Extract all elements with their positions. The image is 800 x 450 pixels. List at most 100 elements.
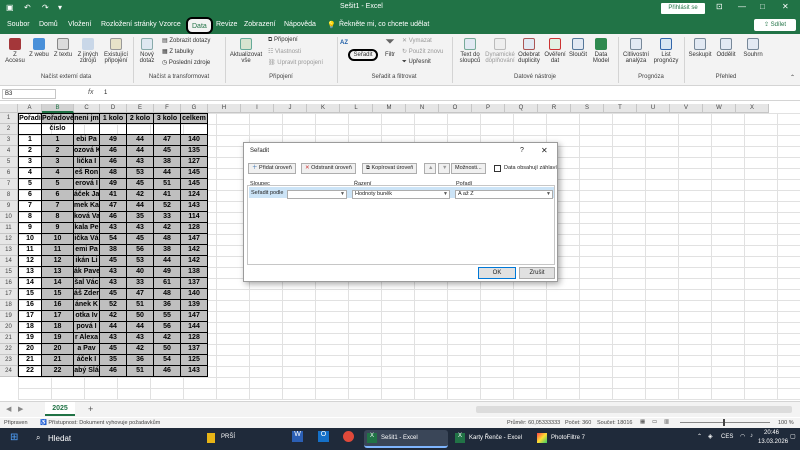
tray-chevron-icon[interactable]: ⌃ [697, 433, 702, 440]
table-cell[interactable]: ička Vá [74, 234, 100, 245]
show-queries-button[interactable]: ▤ Zobrazit dotazy [162, 37, 210, 44]
row-header-18[interactable]: 18 [0, 300, 18, 311]
table-cell[interactable]: 18 [18, 322, 42, 333]
table-cell[interactable]: 7 [18, 201, 42, 212]
table-cell[interactable]: 1 [18, 135, 42, 146]
table-cell[interactable]: 144 [181, 322, 208, 333]
column-header-i[interactable]: I [241, 104, 274, 113]
redo-icon[interactable]: ↷ [42, 3, 49, 12]
zoom-level[interactable]: 100 % [778, 420, 794, 426]
table-cell[interactable]: 56 [127, 245, 154, 256]
table-cell[interactable]: neni jm [74, 113, 100, 124]
column-header-u[interactable]: U [637, 104, 670, 113]
table-cell[interactable]: 45 [127, 234, 154, 245]
table-cell[interactable]: 38 [154, 245, 181, 256]
row-header-14[interactable]: 14 [0, 256, 18, 267]
table-cell[interactable]: 9 [42, 223, 74, 234]
table-cell[interactable]: 143 [181, 201, 208, 212]
table-cell[interactable]: 142 [181, 245, 208, 256]
row-header-4[interactable]: 4 [0, 146, 18, 157]
taskbar-app-karty[interactable]: X Karty Řenče - Excel [452, 430, 532, 448]
table-cell[interactable]: 44 [127, 146, 154, 157]
row-header-7[interactable]: 7 [0, 179, 18, 190]
table-cell[interactable]: pová I [74, 322, 100, 333]
tab-data[interactable]: Data [186, 17, 213, 34]
column-header-b[interactable]: B [42, 104, 74, 113]
tell-me-input[interactable]: Řekněte mi, co chcete udělat [339, 21, 429, 28]
subtotal-button[interactable]: Souhrn [740, 38, 766, 58]
column-header-x[interactable]: X [736, 104, 769, 113]
table-cell[interactable]: 44 [127, 201, 154, 212]
tab-view[interactable]: Zobrazení [244, 21, 276, 28]
zoom-slider[interactable] [680, 422, 770, 423]
prev-sheet-icon[interactable]: ◀ [6, 405, 11, 413]
table-cell[interactable]: 47 [154, 135, 181, 146]
row-header-21[interactable]: 21 [0, 333, 18, 344]
table-cell[interactable]: 21 [42, 355, 74, 366]
row-header-12[interactable]: 12 [0, 234, 18, 245]
table-cell[interactable]: 53 [127, 256, 154, 267]
table-cell[interactable]: 46 [100, 212, 127, 223]
column-header-v[interactable]: V [670, 104, 703, 113]
table-cell[interactable]: 45 [127, 179, 154, 190]
table-cell[interactable]: 33 [154, 212, 181, 223]
column-header-w[interactable]: W [703, 104, 736, 113]
table-cell[interactable]: 42 [127, 190, 154, 201]
filter-button[interactable]: ⏷ Filtr [381, 35, 399, 58]
table-cell[interactable] [154, 124, 181, 135]
table-cell[interactable]: 45 [100, 289, 127, 300]
table-cell[interactable]: 16 [42, 300, 74, 311]
table-cell[interactable]: 56 [154, 322, 181, 333]
table-cell[interactable]: 8 [18, 212, 42, 223]
table-cell[interactable]: 137 [181, 278, 208, 289]
ungroup-button[interactable]: Oddělit [713, 38, 739, 58]
column-header-t[interactable]: T [604, 104, 637, 113]
table-cell[interactable]: 5 [18, 179, 42, 190]
delete-level-button[interactable]: ✕ Odstranit úroveň [301, 163, 356, 174]
row-header-2[interactable]: 2 [0, 124, 18, 135]
table-cell[interactable]: 21 [18, 355, 42, 366]
sort-button[interactable]: Seřadit [348, 49, 378, 61]
group-button[interactable]: Seskupit [687, 38, 713, 58]
options-button[interactable]: Možnosti... [451, 163, 486, 174]
table-cell[interactable]: 13 [42, 267, 74, 278]
table-cell[interactable]: 51 [127, 366, 154, 377]
row-header-11[interactable]: 11 [0, 223, 18, 234]
table-cell[interactable]: áček I [74, 355, 100, 366]
table-cell[interactable]: kala Pe [74, 223, 100, 234]
table-cell[interactable]: 54 [154, 355, 181, 366]
table-cell[interactable]: 40 [127, 267, 154, 278]
table-cell[interactable]: 41 [100, 190, 127, 201]
table-cell[interactable]: ková Va [74, 212, 100, 223]
from-other-sources-button[interactable]: Z jiných zdrojů [76, 38, 100, 64]
remove-duplicates-button[interactable]: Odebrat duplicity [516, 38, 542, 64]
horizontal-scrollbar[interactable] [476, 406, 792, 413]
new-query-button[interactable]: Nový dotaz [136, 38, 158, 64]
table-cell[interactable]: 147 [181, 311, 208, 322]
outlook-icon[interactable]: O [318, 431, 329, 442]
table-cell[interactable] [100, 124, 127, 135]
table-cell[interactable]: eš Ron [74, 168, 100, 179]
row-header-8[interactable]: 8 [0, 190, 18, 201]
language-indicator[interactable]: CES [721, 434, 733, 440]
table-cell[interactable]: lička I [74, 157, 100, 168]
recent-sources-button[interactable]: ◷ Poslední zdroje [162, 59, 210, 66]
column-select[interactable]: ▼ [287, 190, 347, 199]
share-button[interactable]: ⇪ Sdílet [754, 19, 796, 31]
table-cell[interactable]: 19 [42, 333, 74, 344]
table-cell[interactable]: 3 [18, 157, 42, 168]
row-header-6[interactable]: 6 [0, 168, 18, 179]
tab-page-layout[interactable]: Rozložení stránky [101, 21, 157, 28]
table-cell[interactable]: 54 [100, 234, 127, 245]
table-cell[interactable]: 13 [18, 267, 42, 278]
table-cell[interactable]: 1 kolo [100, 113, 127, 124]
table-cell[interactable]: 22 [18, 366, 42, 377]
page-break-view-icon[interactable]: ▥ [664, 419, 669, 425]
table-cell[interactable]: 2 [18, 146, 42, 157]
dialog-close-button[interactable]: ✕ [541, 146, 548, 155]
table-cell[interactable]: 46 [100, 157, 127, 168]
table-cell[interactable]: 61 [154, 278, 181, 289]
sort-az-button[interactable]: AZ [340, 40, 348, 46]
order-select[interactable]: A až Z ▼ [455, 190, 553, 199]
advanced-filter-button[interactable]: ⏷ Upřesnit [402, 59, 431, 66]
